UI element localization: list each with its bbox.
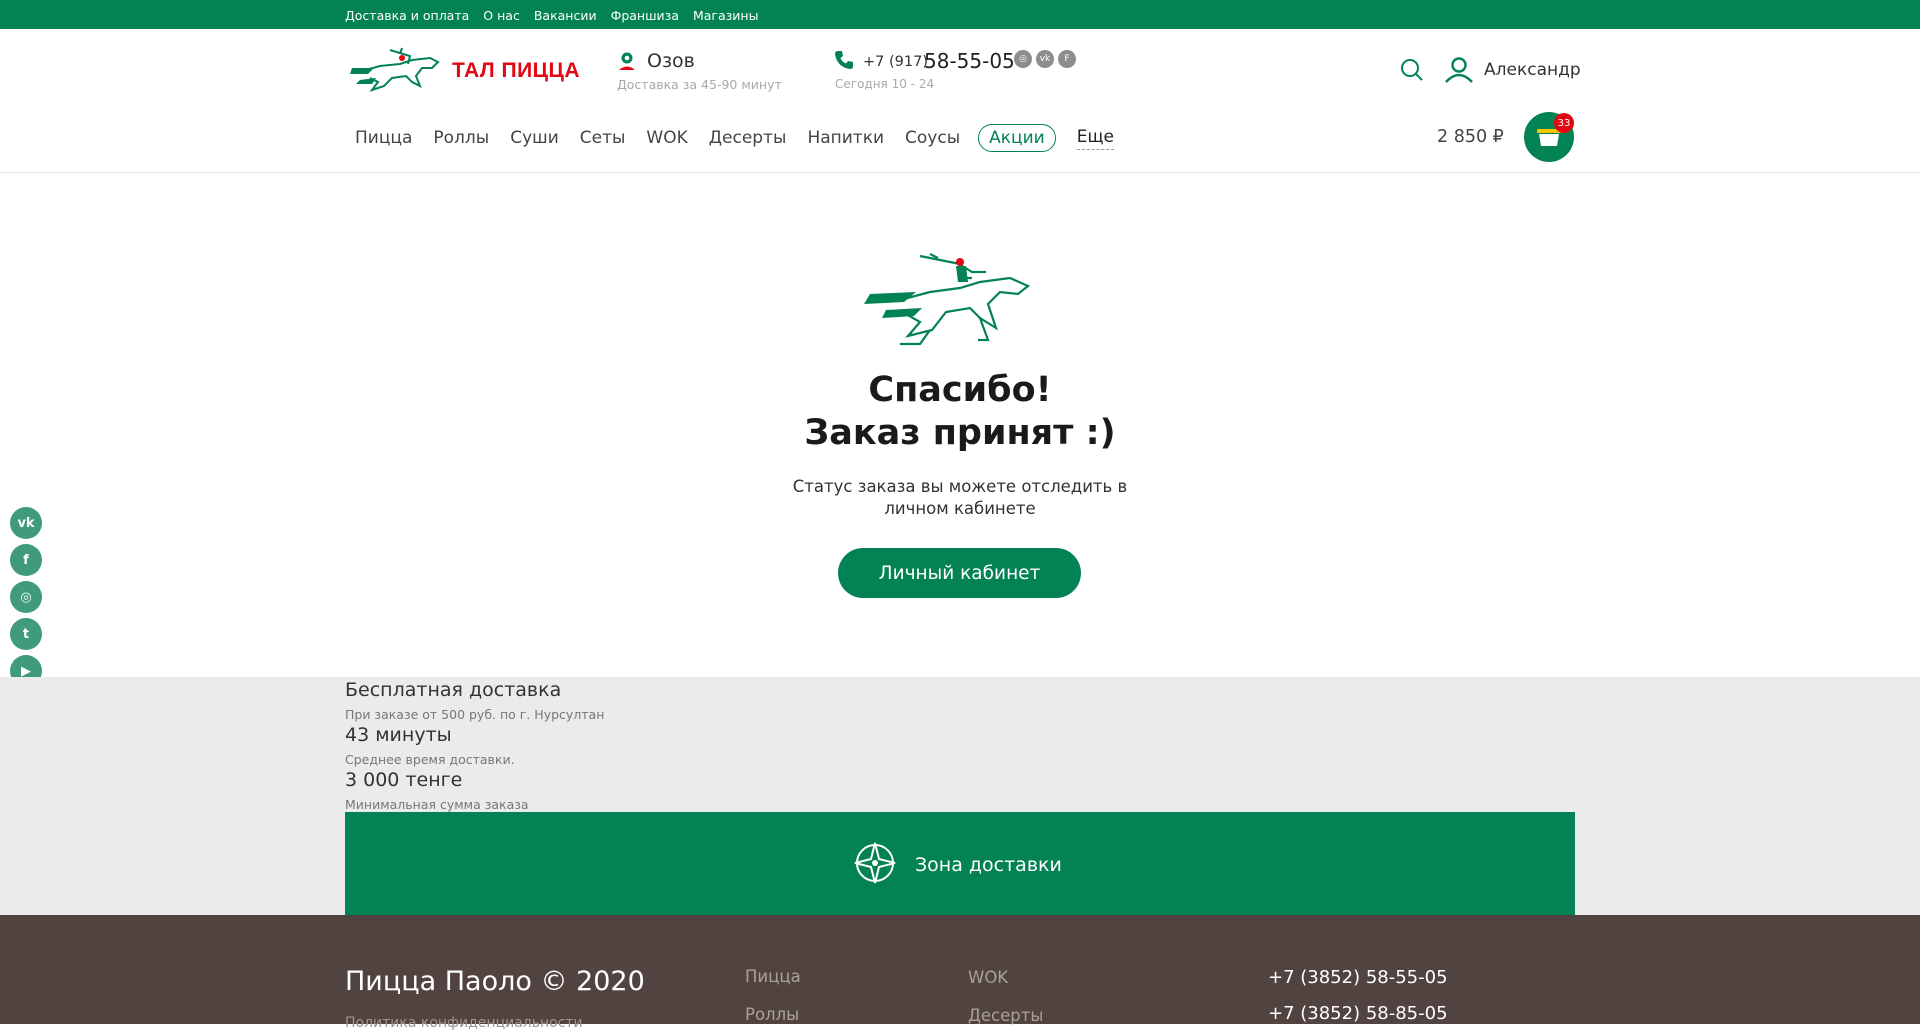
phone-code[interactable]: +7 (917) [863,54,928,70]
order-status-text: Статус заказа вы можете отследить в личн… [792,477,1128,518]
delivery-zone-label[interactable]: Зона доставки [915,854,1062,876]
footer-link-desserts[interactable]: Десерты [968,1006,1043,1025]
phone-icon [834,50,854,74]
main-nav: Пицца Роллы Суши Сеты WOK Десерты Напитк… [355,124,1135,152]
location-pin-icon [618,51,636,75]
footer-phone-1[interactable]: +7 (3852) 58-55-05 [1268,967,1448,988]
instagram-icon[interactable]: ◎ [10,581,42,613]
footer-privacy-link[interactable]: Политика конфиденциальности [345,1015,583,1031]
horse-rider-logo-icon [350,47,440,92]
nav-item-desserts[interactable]: Десерты [709,128,787,148]
top-link-shops[interactable]: Магазины [693,8,759,23]
user-icon [1444,56,1474,88]
compass-icon [853,841,897,889]
footer: Пицца Паоло © 2020 Политика конфиденциал… [0,915,1920,1031]
cart-sum[interactable]: 2 850 ₽ [1437,127,1504,147]
min-order-sub: Минимальная сумма заказа [345,797,529,812]
nav-item-drinks[interactable]: Напитки [807,128,884,148]
footer-link-rolls[interactable]: Роллы [745,1005,799,1024]
personal-cabinet-button[interactable]: Личный кабинет [838,548,1081,598]
delivery-time-sub: Среднее время доставки. [345,752,515,767]
twitter-icon[interactable]: t [10,618,42,650]
top-link-delivery[interactable]: Доставка и оплата [345,8,469,23]
delivery-time: Доставка за 45-90 минут [617,77,782,92]
thank-you-line1: Спасибо! [868,370,1052,410]
thank-you-line2: Заказ принят :) [804,413,1116,453]
free-delivery-title: Бесплатная доставка [345,679,562,701]
instagram-icon[interactable]: ◎ [1014,50,1032,68]
footer-phone-2[interactable]: +7 (3852) 58-85-05 [1268,1003,1448,1024]
logo-text[interactable]: ТАЛ ПИЦЦА [452,59,580,83]
delivery-time-title: 43 минуты [345,724,452,746]
nav-item-sauces[interactable]: Соусы [905,128,960,148]
footer-copyright: Пицца Паоло © 2020 [345,966,645,997]
footer-link-wok[interactable]: WOK [968,968,1008,987]
facebook-icon[interactable]: f [10,544,42,576]
nav-item-sets[interactable]: Сеты [580,128,626,148]
cart-count-badge: 33 [1554,113,1574,133]
foursquare-icon[interactable]: F [1058,50,1076,68]
thank-you-heading: Спасибо! Заказ принят :) [660,369,1260,455]
top-bar: Доставка и оплата О нас Вакансии Франшиз… [0,0,1920,29]
search-icon[interactable] [1400,58,1424,86]
vk-icon[interactable]: vk [1036,50,1054,68]
side-socials: vk f ◎ t ▶ [10,507,42,687]
top-link-franchise[interactable]: Франшиза [611,8,679,23]
free-delivery-sub: При заказе от 500 руб. по г. Нурсултан [345,707,605,722]
nav-item-promo[interactable]: Акции [978,124,1056,152]
top-link-vacancies[interactable]: Вакансии [534,8,597,23]
user-name[interactable]: Александр [1484,60,1581,80]
footer-link-pizza[interactable]: Пицца [745,967,801,986]
horse-rider-illustration [860,252,1060,348]
working-hours: Сегодня 10 - 24 [835,77,935,91]
top-link-about[interactable]: О нас [483,8,520,23]
header-divider [0,172,1920,173]
nav-item-pizza[interactable]: Пицца [355,128,412,148]
min-order-title: 3 000 тенге [345,769,463,791]
vk-icon[interactable]: vk [10,507,42,539]
phone-number[interactable]: 58-55-05 [924,49,1015,73]
delivery-zone-button[interactable]: Зона доставки [345,812,1575,915]
nav-item-sushi[interactable]: Суши [510,128,559,148]
nav-item-more[interactable]: Еще [1076,127,1114,150]
city-name[interactable]: Озов [647,50,695,72]
top-links: Доставка и оплата О нас Вакансии Франшиз… [345,8,758,23]
nav-item-rolls[interactable]: Роллы [433,128,489,148]
header-socials: ◎ vk F [1014,50,1076,68]
nav-item-wok[interactable]: WOK [646,128,687,148]
